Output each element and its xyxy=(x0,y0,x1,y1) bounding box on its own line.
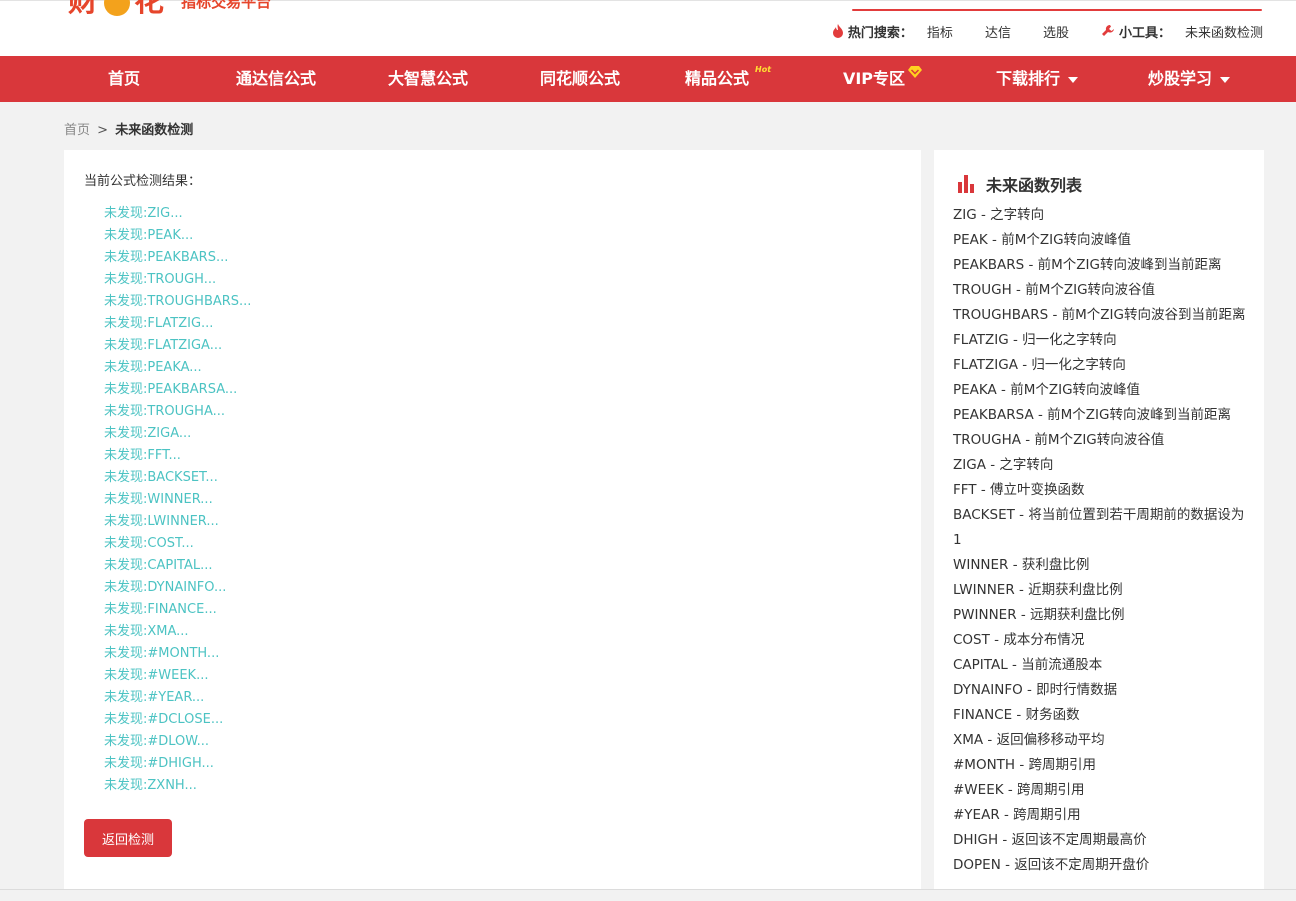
result-item: 未发现:#DHIGH... xyxy=(104,756,214,771)
logo-mark: 财花 xyxy=(68,0,166,17)
function-list-item[interactable]: PEAK - 前M个ZIG转向波峰值 xyxy=(953,228,1248,253)
result-title: 当前公式检测结果： xyxy=(84,174,202,189)
result-panel: 当前公式检测结果： 未发现:ZIG... 未发现:PEAK... 未发现:PEAKB… xyxy=(64,150,921,901)
vip-diamond-icon xyxy=(908,66,922,78)
function-list-item[interactable]: DYNAINFO - 即时行情数据 xyxy=(953,678,1248,703)
function-list-item[interactable]: FINANCE - 财务函数 xyxy=(953,703,1248,728)
nav-ths-formula[interactable]: 同花顺公式 xyxy=(540,56,620,102)
result-item: 未发现:FLATZIGA... xyxy=(104,338,223,353)
function-list-item[interactable]: WINNER - 获利盘比例 xyxy=(953,553,1248,578)
function-list-item[interactable]: PEAKBARS - 前M个ZIG转向波峰到当前距离 xyxy=(953,253,1248,278)
top-header: 财花 指标交易平台 热门搜索： 指标 达信 选股 小工具： 未来函数检测 xyxy=(0,0,1296,56)
result-item: 未发现:PEAKBARSA... xyxy=(104,382,238,397)
function-list-item[interactable]: XMA - 返回偏移移动平均 xyxy=(953,728,1248,753)
function-list-item[interactable]: DOPEN - 返回该不定周期开盘价 xyxy=(953,853,1248,878)
chevron-down-icon xyxy=(1068,76,1079,83)
function-list-item[interactable]: TROUGH - 前M个ZIG转向波谷值 xyxy=(953,278,1248,303)
function-list-item[interactable]: TROUGHA - 前M个ZIG转向波谷值 xyxy=(953,428,1248,453)
breadcrumb-current: 未来函数检测 xyxy=(115,123,194,138)
result-item: 未发现:#MONTH... xyxy=(104,646,220,661)
hot-search-bar: 热门搜索： 指标 达信 选股 小工具： 未来函数检测 xyxy=(832,21,1263,41)
nav-download-rank-label: 下载排行 xyxy=(995,69,1061,88)
result-item: 未发现:FFT... xyxy=(104,448,181,463)
result-item: 未发现:PEAK... xyxy=(104,228,194,243)
logo-subtitle: 指标交易平台 xyxy=(181,0,272,11)
result-item: 未发现:PEAKBARS... xyxy=(104,250,229,265)
result-item: 未发现:TROUGHA... xyxy=(104,404,226,419)
nav-dzh-formula[interactable]: 大智慧公式 xyxy=(388,56,468,102)
result-item: 未发现:LWINNER... xyxy=(104,514,219,529)
function-list-item[interactable]: #MONTH - 跨周期引用 xyxy=(953,753,1248,778)
bar-chart-icon xyxy=(958,175,974,193)
tool-link-future-check[interactable]: 未来函数检测 xyxy=(1185,22,1263,41)
hot-link-indicator[interactable]: 指标 xyxy=(927,22,953,41)
result-item: 未发现:ZXNH... xyxy=(104,778,197,793)
result-item: 未发现:BACKSET... xyxy=(104,470,218,485)
result-item: 未发现:FINANCE... xyxy=(104,602,217,617)
future-function-list: ZIG - 之字转向 PEAK - 前M个ZIG转向波峰值 PEAKBARS - 前… xyxy=(953,203,1248,878)
result-item: 未发现:#YEAR... xyxy=(104,690,205,705)
function-list-item[interactable]: LWINNER - 近期获利盘比例 xyxy=(953,578,1248,603)
nav-stock-learning[interactable]: 炒股学习 xyxy=(1147,56,1231,102)
window-bottom-edge xyxy=(0,889,1296,901)
function-list-item[interactable]: FFT - 傅立叶变换函数 xyxy=(953,478,1248,503)
result-item: 未发现:ZIG... xyxy=(104,206,183,221)
result-item: 未发现:#DLOW... xyxy=(104,734,210,749)
result-item: 未发现:CAPITAL... xyxy=(104,558,213,573)
hot-link-daxin[interactable]: 达信 xyxy=(985,22,1011,41)
result-item: 未发现:#DCLOSE... xyxy=(104,712,224,727)
hot-link-stock-picking[interactable]: 选股 xyxy=(1043,22,1069,41)
nav-tdx-formula[interactable]: 通达信公式 xyxy=(236,56,316,102)
hot-search-label: 热门搜索： xyxy=(847,25,913,41)
function-list-item[interactable]: FLATZIGA - 归一化之字转向 xyxy=(953,353,1248,378)
result-item: 未发现:PEAKA... xyxy=(104,360,202,375)
function-list-item[interactable]: DHIGH - 返回该不定周期最高价 xyxy=(953,828,1248,853)
result-item: 未发现:TROUGHBARS... xyxy=(104,294,252,309)
result-item: 未发现:WINNER... xyxy=(104,492,213,507)
nav-premium-formula[interactable]: 精品公式 xyxy=(685,56,749,102)
result-item: 未发现:ZIGA... xyxy=(104,426,192,441)
function-list-item[interactable]: ZIGA - 之字转向 xyxy=(953,453,1248,478)
site-logo[interactable]: 财花 指标交易平台 xyxy=(68,0,271,17)
nav-vip-zone[interactable]: VIP专区 xyxy=(843,56,905,102)
result-item: 未发现:#WEEK... xyxy=(104,668,209,683)
function-list-item[interactable]: PEAKA - 前M个ZIG转向波峰值 xyxy=(953,378,1248,403)
nav-download-rank[interactable]: 下载排行 xyxy=(995,56,1079,102)
result-item: 未发现:DYNAINFO... xyxy=(104,580,227,595)
chevron-down-icon xyxy=(1220,76,1231,83)
tools-label: 小工具： xyxy=(1118,25,1171,41)
nav-home[interactable]: 首页 xyxy=(108,56,140,102)
breadcrumb: 首页 > 未来函数检测 xyxy=(64,119,193,138)
hot-badge: Hot xyxy=(755,65,772,74)
wrench-icon xyxy=(1101,24,1114,36)
function-list-item[interactable]: BACKSET - 将当前位置到若干周期前的数据设为1 xyxy=(953,503,1248,553)
function-list-item[interactable]: FLATZIG - 归一化之字转向 xyxy=(953,328,1248,353)
function-list-item[interactable]: CAPITAL - 当前流通股本 xyxy=(953,653,1248,678)
back-to-check-button[interactable]: 返回检测 xyxy=(84,819,172,857)
function-list-item[interactable]: ZIG - 之字转向 xyxy=(953,203,1248,228)
result-list: 未发现:ZIG... 未发现:PEAK... 未发现:PEAKBARS... 未发现:… xyxy=(104,204,251,798)
search-box-edge[interactable] xyxy=(852,9,1262,11)
function-list-item[interactable]: TROUGHBARS - 前M个ZIG转向波谷到当前距离 xyxy=(953,303,1248,328)
fire-icon xyxy=(832,24,843,38)
function-list-item[interactable]: #YEAR - 跨周期引用 xyxy=(953,803,1248,828)
result-item: 未发现:FLATZIG... xyxy=(104,316,214,331)
result-item: 未发现:COST... xyxy=(104,536,194,551)
side-title: 未来函数列表 xyxy=(986,176,1083,195)
side-header: 未来函数列表 xyxy=(958,172,1082,196)
result-item: 未发现:XMA... xyxy=(104,624,189,639)
function-list-item[interactable]: COST - 成本分布情况 xyxy=(953,628,1248,653)
function-list-item[interactable]: PWINNER - 远期获利盘比例 xyxy=(953,603,1248,628)
future-function-panel: 未来函数列表 ZIG - 之字转向 PEAK - 前M个ZIG转向波峰值 PEAKB… xyxy=(934,150,1264,901)
breadcrumb-separator: > xyxy=(97,123,109,138)
main-nav: 首页 通达信公式 大智慧公式 同花顺公式 精品公式 Hot VIP专区 下载排行… xyxy=(0,56,1296,102)
nav-stock-learning-label: 炒股学习 xyxy=(1147,69,1213,88)
result-item: 未发现:TROUGH... xyxy=(104,272,217,287)
logo-coin-icon xyxy=(104,0,130,16)
function-list-item[interactable]: #WEEK - 跨周期引用 xyxy=(953,778,1248,803)
breadcrumb-home[interactable]: 首页 xyxy=(64,123,90,138)
function-list-item[interactable]: PEAKBARSA - 前M个ZIG转向波峰到当前距离 xyxy=(953,403,1248,428)
